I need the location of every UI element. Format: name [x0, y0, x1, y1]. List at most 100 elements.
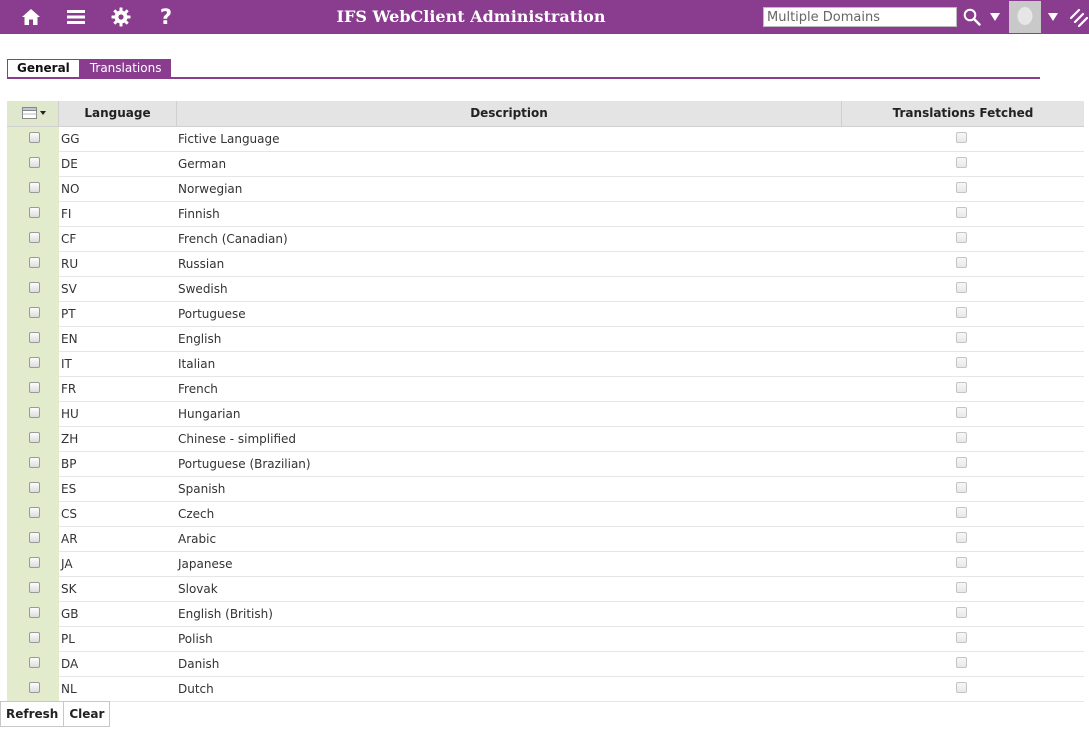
- tab-translations[interactable]: Translations: [79, 59, 172, 77]
- row-selector-cell: [7, 677, 59, 702]
- table-row[interactable]: DA Danish: [7, 652, 1084, 677]
- language-code: JA: [61, 557, 73, 571]
- translations-fetched-checkbox: [956, 532, 967, 543]
- row-select-checkbox[interactable]: [29, 132, 40, 143]
- language-description: Italian: [178, 357, 216, 371]
- row-select-checkbox[interactable]: [29, 332, 40, 343]
- row-select-checkbox[interactable]: [29, 182, 40, 193]
- languages-table: Language Description Translations Fetche…: [7, 101, 1084, 702]
- row-select-checkbox[interactable]: [29, 232, 40, 243]
- table-row[interactable]: CF French (Canadian): [7, 227, 1084, 252]
- row-select-checkbox[interactable]: [29, 357, 40, 368]
- row-select-checkbox[interactable]: [29, 682, 40, 693]
- top-bar: ? IFS WebClient Administration: [0, 0, 1089, 34]
- table-row[interactable]: ZH Chinese - simplified: [7, 427, 1084, 452]
- language-code: PL: [61, 632, 75, 646]
- help-icon[interactable]: ?: [154, 0, 178, 34]
- translations-fetched-checkbox: [956, 157, 967, 168]
- column-header-language[interactable]: Language: [59, 101, 177, 126]
- avatar[interactable]: [1009, 1, 1041, 33]
- table-row[interactable]: FI Finnish: [7, 202, 1084, 227]
- row-select-checkbox[interactable]: [29, 382, 40, 393]
- table-row[interactable]: GG Fictive Language: [7, 127, 1084, 152]
- home-icon[interactable]: [18, 0, 44, 34]
- translations-fetched-checkbox: [956, 332, 967, 343]
- language-description: Russian: [178, 257, 225, 271]
- language-description: English: [178, 332, 222, 346]
- table-row[interactable]: BP Portuguese (Brazilian): [7, 452, 1084, 477]
- menu-icon[interactable]: [64, 0, 88, 34]
- row-select-checkbox[interactable]: [29, 407, 40, 418]
- row-select-checkbox[interactable]: [29, 307, 40, 318]
- row-select-checkbox[interactable]: [29, 457, 40, 468]
- translations-fetched-checkbox: [956, 682, 967, 693]
- row-select-checkbox[interactable]: [29, 432, 40, 443]
- language-description: French (Canadian): [178, 232, 288, 246]
- table-row[interactable]: DE German: [7, 152, 1084, 177]
- row-selector-cell: [7, 227, 59, 252]
- language-code: CF: [61, 232, 77, 246]
- table-row[interactable]: IT Italian: [7, 352, 1084, 377]
- row-selector-cell: [7, 377, 59, 402]
- row-select-checkbox[interactable]: [29, 557, 40, 568]
- row-select-checkbox[interactable]: [29, 207, 40, 218]
- clear-button[interactable]: Clear: [63, 701, 111, 727]
- search-icon[interactable]: [961, 0, 983, 34]
- row-select-checkbox[interactable]: [29, 607, 40, 618]
- table-row[interactable]: NL Dutch: [7, 677, 1084, 702]
- domain-caret-down-icon[interactable]: [987, 0, 1003, 34]
- row-selector-cell: [7, 452, 59, 477]
- table-row[interactable]: GB English (British): [7, 602, 1084, 627]
- row-selector-cell: [7, 577, 59, 602]
- refresh-button[interactable]: Refresh: [0, 701, 65, 727]
- column-header-translations-fetched[interactable]: Translations Fetched: [842, 101, 1084, 126]
- table-row[interactable]: HU Hungarian: [7, 402, 1084, 427]
- row-select-checkbox[interactable]: [29, 632, 40, 643]
- table-row[interactable]: PL Polish: [7, 627, 1084, 652]
- table-body: GG Fictive Language DE German NO Norwegian FI F…: [7, 127, 1084, 702]
- row-select-checkbox[interactable]: [29, 157, 40, 168]
- translations-fetched-checkbox: [956, 407, 967, 418]
- row-selector-cell: [7, 402, 59, 427]
- language-description: Polish: [178, 632, 213, 646]
- column-chooser-icon[interactable]: [21, 105, 51, 120]
- row-select-checkbox[interactable]: [29, 582, 40, 593]
- column-header-description[interactable]: Description: [177, 101, 842, 126]
- table-row[interactable]: ES Spanish: [7, 477, 1084, 502]
- translations-fetched-checkbox: [956, 257, 967, 268]
- table-row[interactable]: RU Russian: [7, 252, 1084, 277]
- translations-fetched-checkbox: [956, 182, 967, 193]
- gear-icon[interactable]: [108, 0, 134, 34]
- table-row[interactable]: NO Norwegian: [7, 177, 1084, 202]
- domain-search-input[interactable]: [763, 7, 957, 27]
- row-select-checkbox[interactable]: [29, 507, 40, 518]
- table-row[interactable]: FR French: [7, 377, 1084, 402]
- row-select-checkbox[interactable]: [29, 532, 40, 543]
- language-code: IT: [61, 357, 72, 371]
- table-row[interactable]: SV Swedish: [7, 277, 1084, 302]
- table-row[interactable]: JA Japanese: [7, 552, 1084, 577]
- table-row[interactable]: EN English: [7, 327, 1084, 352]
- tab-bar: General Translations: [7, 59, 172, 77]
- table-row[interactable]: PT Portuguese: [7, 302, 1084, 327]
- table-row[interactable]: SK Slovak: [7, 577, 1084, 602]
- language-code: PT: [61, 307, 76, 321]
- user-caret-down-icon[interactable]: [1045, 0, 1061, 34]
- row-select-checkbox[interactable]: [29, 282, 40, 293]
- row-selector-cell: [7, 202, 59, 227]
- table-row[interactable]: AR Arabic: [7, 527, 1084, 552]
- language-code: NL: [61, 682, 77, 696]
- extra-icon[interactable]: [1067, 0, 1089, 34]
- row-select-checkbox[interactable]: [29, 657, 40, 668]
- app-title: IFS WebClient Administration: [336, 7, 606, 26]
- row-select-checkbox[interactable]: [29, 257, 40, 268]
- row-selector-cell: [7, 127, 59, 152]
- row-selector-cell: [7, 327, 59, 352]
- language-description: Fictive Language: [178, 132, 280, 146]
- language-code: RU: [61, 257, 79, 271]
- tab-general[interactable]: General: [7, 59, 80, 77]
- row-selector-cell: [7, 527, 59, 552]
- row-select-checkbox[interactable]: [29, 482, 40, 493]
- row-selector-cell: [7, 277, 59, 302]
- table-row[interactable]: CS Czech: [7, 502, 1084, 527]
